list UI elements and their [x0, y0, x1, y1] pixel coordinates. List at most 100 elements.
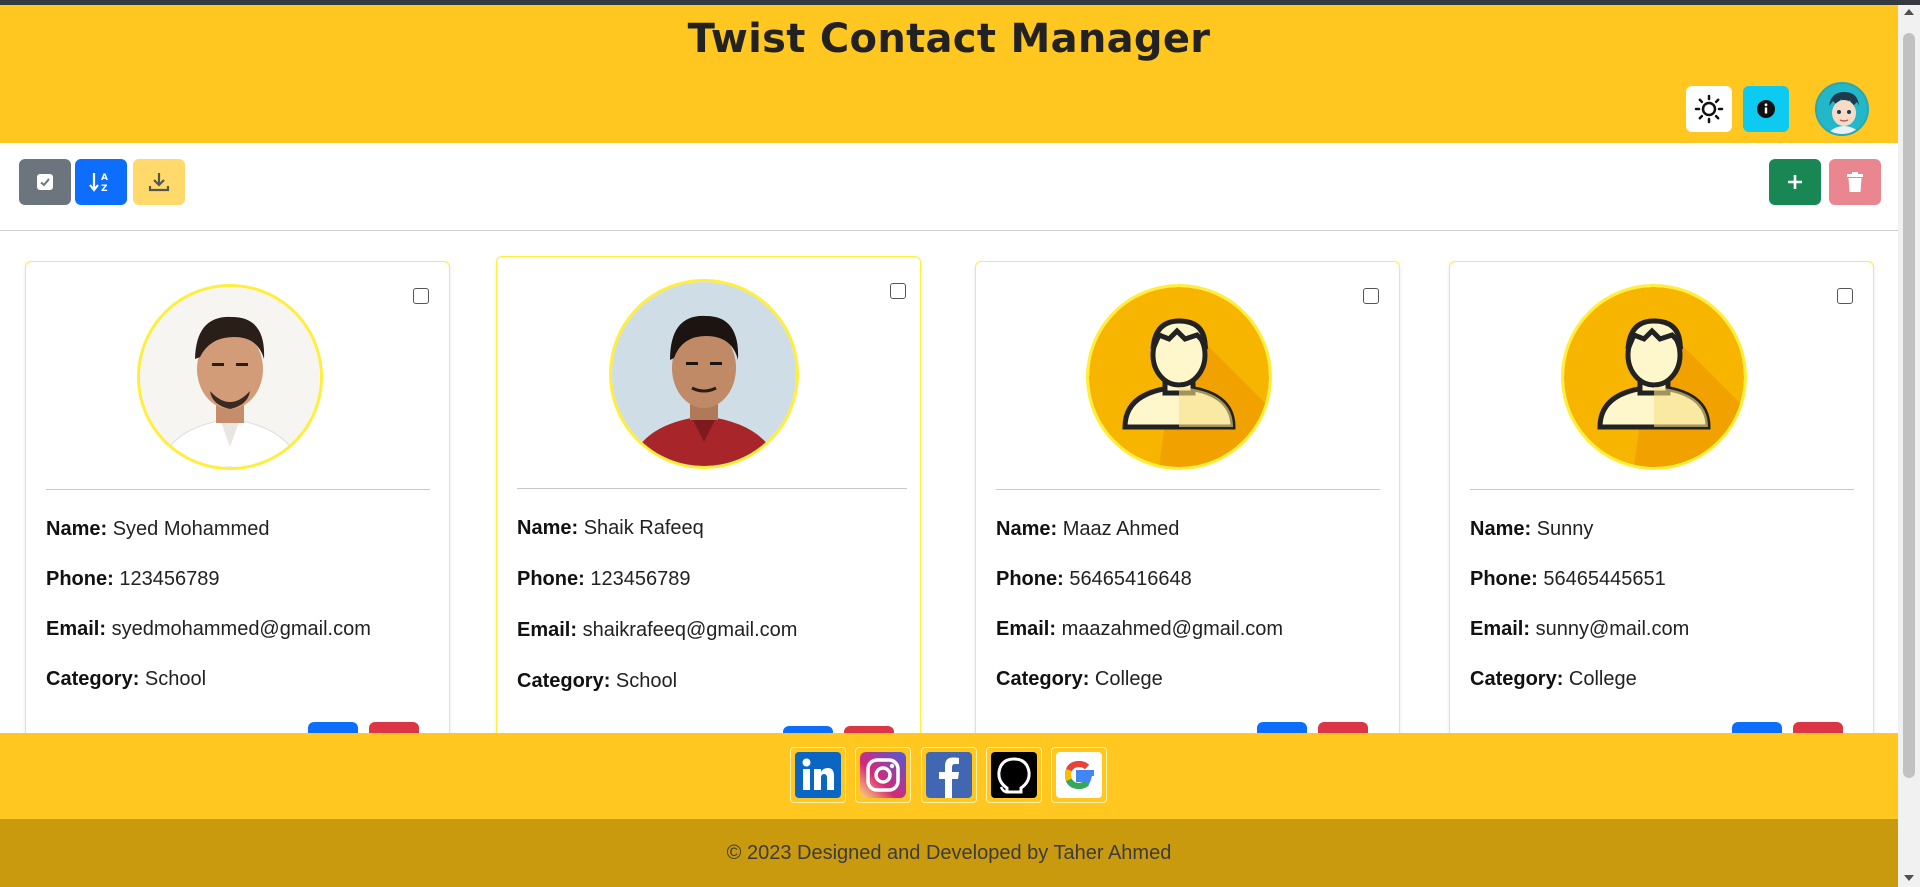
app-title: Twist Contact Manager — [687, 16, 1211, 62]
avatar-illustration — [1817, 84, 1867, 134]
contact-email-row: Email: syedmohammed@gmail.com — [46, 618, 371, 641]
phone-label: Phone: — [46, 568, 114, 590]
sort-alpha-icon: A Z — [89, 173, 108, 193]
phone-label: Phone: — [996, 568, 1064, 590]
email-label: Email: — [1470, 618, 1531, 640]
person-photo — [612, 282, 796, 466]
contact-email: syedmohammed@gmail.com — [111, 618, 371, 640]
contact-email-row: Email: maazahmed@gmail.com — [996, 618, 1283, 641]
default-user-icon — [1089, 287, 1269, 467]
contact-category: School — [615, 670, 678, 692]
email-label: Email: — [996, 618, 1057, 640]
scroll-down-arrow[interactable] — [1904, 875, 1914, 881]
contact-phone-row: Phone: 56465445651 — [1470, 568, 1666, 591]
category-label: Category: — [996, 668, 1090, 690]
contact-name: Maaz Ahmed — [1062, 518, 1180, 540]
card-select-checkbox[interactable] — [890, 283, 906, 299]
category-label: Category: — [517, 670, 611, 692]
contact-name: Shaik Rafeeq — [583, 517, 704, 539]
email-label: Email: — [46, 618, 107, 640]
contact-name-row: Name: Maaz Ahmed — [996, 518, 1179, 541]
person-photo — [140, 287, 320, 467]
contact-photo — [1086, 284, 1272, 470]
contact-photo — [1561, 284, 1747, 470]
facebook-icon[interactable] — [921, 747, 977, 803]
social-links — [0, 733, 1898, 819]
google-icon[interactable] — [1051, 747, 1107, 803]
linkedin-icon[interactable] — [790, 747, 846, 803]
navbar — [0, 73, 1898, 143]
contact-category-row: Category: College — [1470, 668, 1637, 691]
contact-category-row: Category: School — [517, 670, 677, 693]
add-contact-button[interactable] — [1769, 159, 1821, 205]
name-label: Name: — [46, 518, 108, 540]
app-header: Twist Contact Manager — [0, 5, 1898, 73]
contact-phone: 56465416648 — [1069, 568, 1192, 590]
delete-selected-button[interactable] — [1829, 159, 1881, 205]
contact-category: College — [1568, 668, 1637, 690]
default-user-icon — [1564, 287, 1744, 467]
sun-icon — [1694, 94, 1724, 124]
name-label: Name: — [517, 517, 579, 539]
contact-category-row: Category: School — [46, 668, 206, 691]
contact-email-row: Email: shaikrafeeq@gmail.com — [517, 619, 797, 642]
vertical-scrollbar[interactable] — [1898, 5, 1920, 887]
scrollbar-thumb[interactable] — [1903, 33, 1915, 778]
svg-text:A: A — [101, 173, 108, 183]
page-footer: © 2023 Designed and Developed by Taher A… — [0, 733, 1898, 887]
name-label: Name: — [996, 518, 1058, 540]
contact-card: Name: Sunny Phone: 56465445651 Email: su… — [1449, 261, 1874, 741]
phone-label: Phone: — [517, 568, 585, 590]
contact-name-row: Name: Syed Mohammed — [46, 518, 269, 541]
instagram-icon[interactable] — [855, 747, 911, 803]
contact-phone: 123456789 — [590, 568, 691, 590]
download-button[interactable] — [133, 159, 185, 205]
contact-phone-row: Phone: 123456789 — [517, 568, 690, 591]
contact-phone-row: Phone: 56465416648 — [996, 568, 1192, 591]
card-divider — [996, 489, 1380, 490]
contact-name-row: Name: Shaik Rafeeq — [517, 517, 704, 540]
plus-icon — [1788, 175, 1802, 189]
category-label: Category: — [46, 668, 140, 690]
card-divider — [1470, 489, 1854, 490]
contact-email: sunny@mail.com — [1535, 618, 1690, 640]
scroll-up-arrow[interactable] — [1904, 9, 1914, 15]
contact-photo — [609, 279, 799, 469]
category-label: Category: — [1470, 668, 1564, 690]
contact-phone: 56465445651 — [1543, 568, 1666, 590]
copyright-text: © 2023 Designed and Developed by Taher A… — [0, 819, 1898, 887]
contact-card: Name: Maaz Ahmed Phone: 56465416648 Emai… — [975, 261, 1400, 741]
email-label: Email: — [517, 619, 578, 641]
phone-label: Phone: — [1470, 568, 1538, 590]
contact-email: shaikrafeeq@gmail.com — [582, 619, 798, 641]
trash-icon — [1847, 172, 1863, 192]
sort-button[interactable]: A Z — [75, 159, 127, 205]
contact-phone: 123456789 — [119, 568, 220, 590]
select-all-button[interactable] — [19, 159, 71, 205]
contact-category: College — [1094, 668, 1163, 690]
contact-name: Sunny — [1536, 518, 1594, 540]
download-icon — [148, 173, 170, 192]
card-select-checkbox[interactable] — [1837, 288, 1853, 304]
contact-category-row: Category: College — [996, 668, 1163, 691]
contact-name-row: Name: Sunny — [1470, 518, 1593, 541]
svg-text:Z: Z — [101, 184, 108, 193]
contact-name: Syed Mohammed — [112, 518, 270, 540]
contact-email-row: Email: sunny@mail.com — [1470, 618, 1689, 641]
check-square-icon — [37, 174, 53, 190]
name-label: Name: — [1470, 518, 1532, 540]
card-divider — [517, 488, 907, 489]
contact-photo — [137, 284, 323, 470]
theme-toggle-button[interactable] — [1686, 86, 1732, 132]
info-icon — [1757, 100, 1775, 118]
user-avatar[interactable] — [1815, 82, 1869, 136]
card-select-checkbox[interactable] — [1363, 288, 1379, 304]
card-divider — [46, 489, 430, 490]
info-button[interactable] — [1743, 86, 1789, 132]
card-select-checkbox[interactable] — [413, 288, 429, 304]
contact-card: Name: Shaik Rafeeq Phone: 123456789 Emai… — [496, 256, 921, 741]
github-icon[interactable] — [986, 747, 1042, 803]
contact-phone-row: Phone: 123456789 — [46, 568, 219, 591]
contact-category: School — [144, 668, 207, 690]
contact-card: Name: Syed Mohammed Phone: 123456789 Ema… — [25, 261, 450, 741]
